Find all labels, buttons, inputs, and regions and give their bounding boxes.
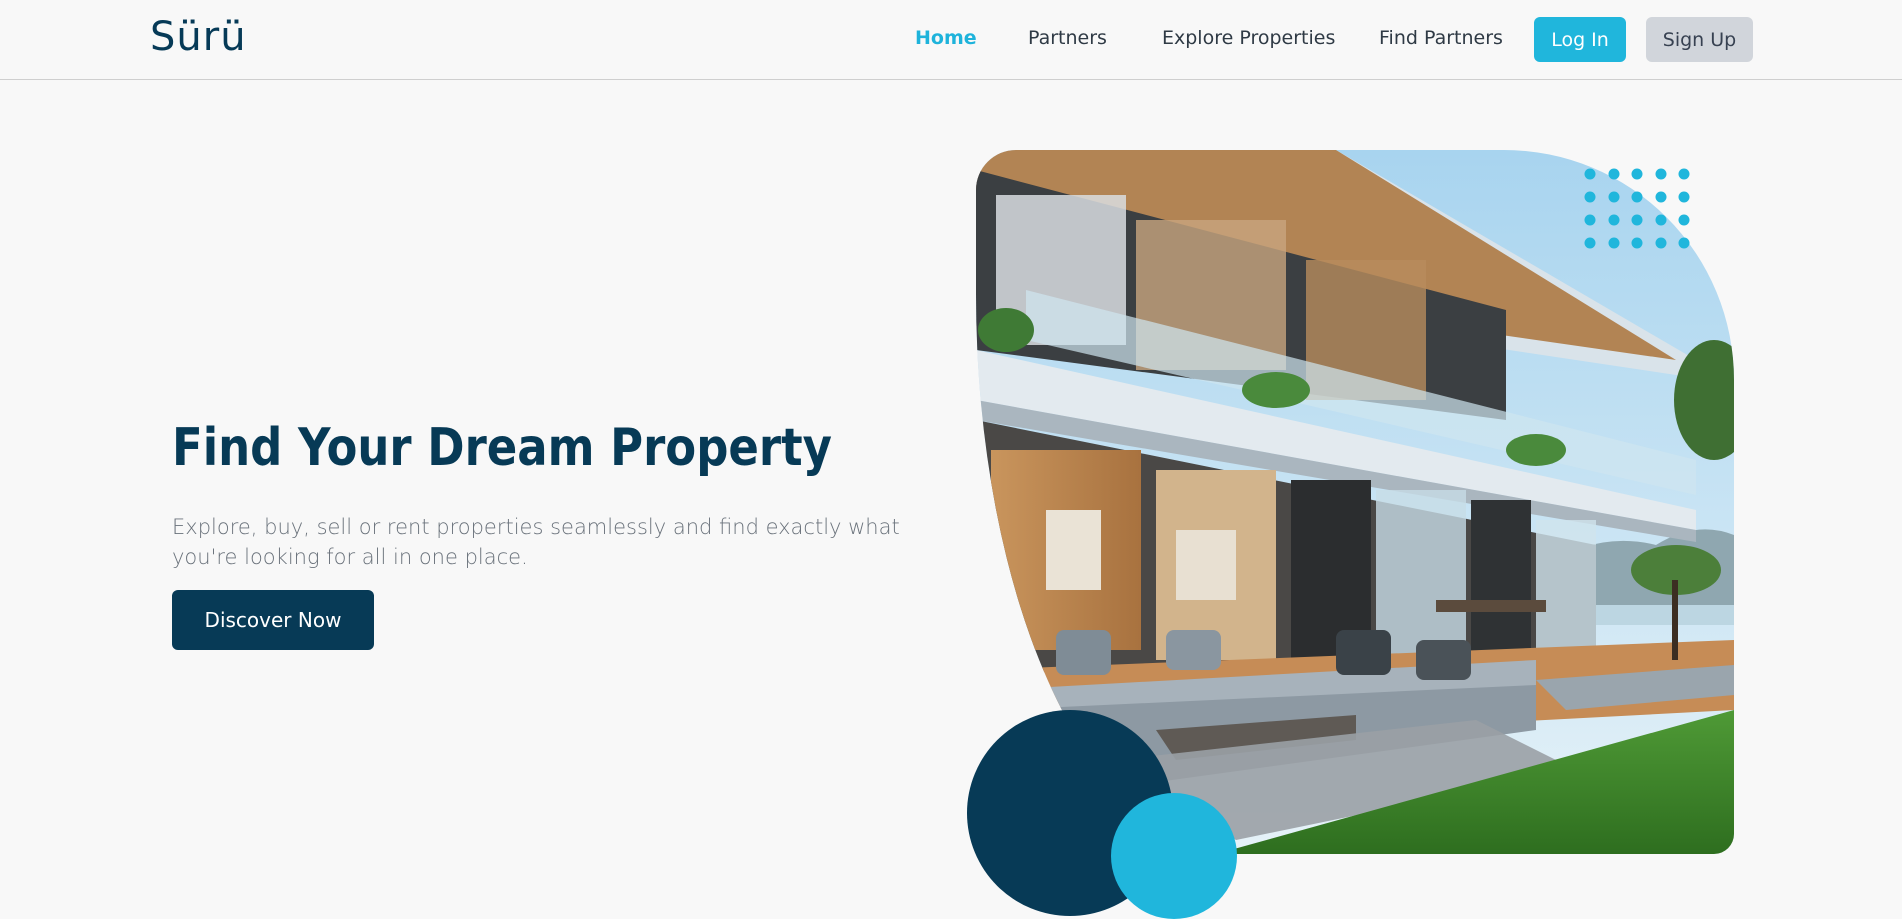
navbar: Sürü Home Partners Explore Properties Fi… xyxy=(0,0,1902,80)
hero-title: Find Your Dream Property xyxy=(172,418,832,478)
light-circle-decoration xyxy=(1111,793,1237,919)
nav-explore-properties[interactable]: Explore Properties xyxy=(1162,27,1335,49)
hero-description: Explore, buy, sell or rent properties se… xyxy=(172,515,900,569)
nav-partners[interactable]: Partners xyxy=(1028,27,1107,49)
signup-button[interactable]: Sign Up xyxy=(1646,17,1753,62)
nav-home[interactable]: Home xyxy=(915,27,977,49)
discover-now-button[interactable]: Discover Now xyxy=(172,590,374,650)
dot-grid-decoration xyxy=(1584,168,1690,249)
nav-find-partners[interactable]: Find Partners xyxy=(1379,27,1503,49)
login-button[interactable]: Log In xyxy=(1534,17,1626,62)
site-logo[interactable]: Sürü xyxy=(150,14,247,60)
